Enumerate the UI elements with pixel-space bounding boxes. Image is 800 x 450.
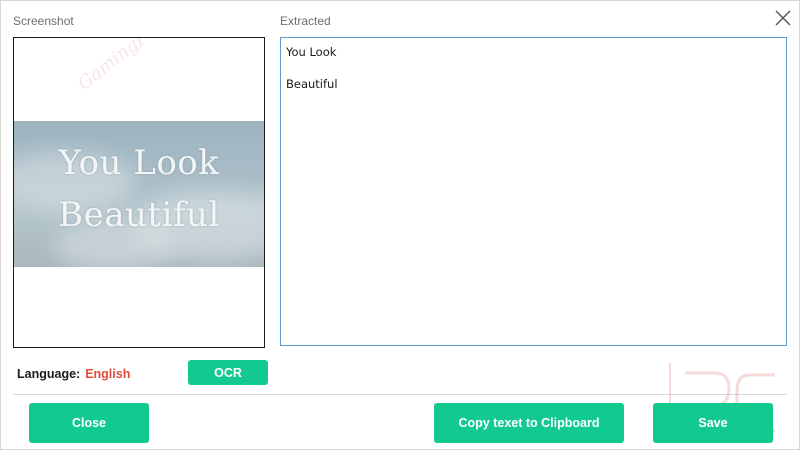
footer-divider (13, 394, 787, 395)
extracted-text-area[interactable]: You Look Beautiful (280, 37, 787, 346)
copy-to-clipboard-button[interactable]: Copy texet to Clipboard (434, 403, 624, 443)
ocr-dialog-window: Screenshot Extracted You Look Beautiful … (0, 0, 800, 450)
preview-watermark: GamingPC (74, 37, 164, 95)
captured-image-text-line2: Beautiful (58, 195, 220, 235)
language-label: Language: (17, 367, 81, 381)
language-row: Language: English (17, 367, 130, 381)
language-value[interactable]: English (85, 367, 130, 381)
captured-image: You Look Beautiful (14, 121, 264, 267)
save-button[interactable]: Save (653, 403, 773, 443)
ocr-button[interactable]: OCR (188, 360, 268, 385)
close-button[interactable]: Close (29, 403, 149, 443)
close-icon[interactable] (773, 8, 793, 28)
screenshot-section-label: Screenshot (13, 14, 74, 28)
extracted-section-label: Extracted (280, 14, 331, 28)
screenshot-preview: You Look Beautiful GamingPC (13, 37, 265, 348)
captured-image-text-line1: You Look (58, 143, 220, 183)
